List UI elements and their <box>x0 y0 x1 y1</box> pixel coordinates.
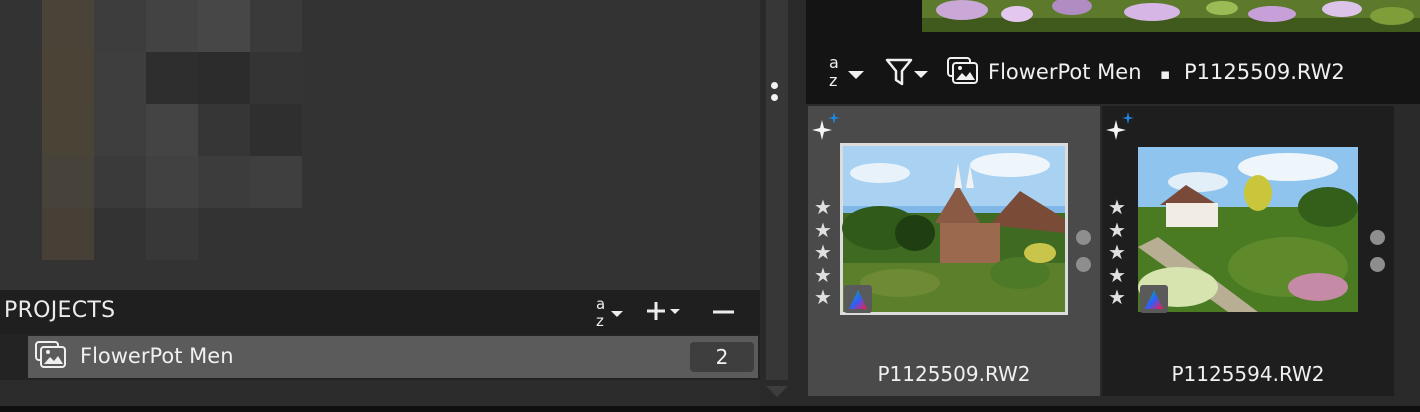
menu-dot-icon[interactable] <box>1370 257 1385 272</box>
rating-stars[interactable]: ★ ★ ★ ★ ★ <box>1108 196 1126 309</box>
menu-dot-icon[interactable] <box>1370 230 1385 245</box>
collection-name[interactable]: FlowerPot Men <box>988 60 1142 84</box>
filter-icon[interactable] <box>884 56 932 88</box>
bottom-border <box>0 406 1420 412</box>
splitter-handle-icon[interactable] <box>769 80 781 104</box>
sort-az-icon[interactable]: a z <box>826 52 868 90</box>
svg-text:a: a <box>596 295 605 313</box>
collection-icon <box>946 56 982 88</box>
breadcrumb-separator: ▪ <box>1160 65 1171 83</box>
svg-text:z: z <box>829 71 837 90</box>
selected-filename: P1125509.RW2 <box>1184 60 1345 84</box>
menu-dot-icon[interactable] <box>1076 230 1091 245</box>
menu-dot-icon[interactable] <box>1076 257 1091 272</box>
thumbnail-image[interactable] <box>1138 147 1358 312</box>
thumbnail-filename: P1125509.RW2 <box>877 362 1031 386</box>
preview-photo-strip <box>922 0 1420 32</box>
projects-title: PROJECTS <box>4 298 116 323</box>
color-profile-icon <box>1140 285 1168 313</box>
sparkle-icon[interactable] <box>810 110 842 142</box>
add-icon[interactable] <box>646 298 686 326</box>
scroll-down-icon[interactable] <box>766 386 788 397</box>
left-panel-footer <box>0 380 760 406</box>
remove-icon[interactable] <box>710 300 738 324</box>
project-name: FlowerPot Men <box>80 344 234 368</box>
rating-stars[interactable]: ★ ★ ★ ★ ★ <box>814 196 832 309</box>
svg-text:a: a <box>829 53 839 72</box>
sparkle-icon[interactable] <box>1104 110 1136 142</box>
color-profile-icon <box>844 285 872 313</box>
sort-az-icon[interactable]: a z <box>594 294 628 330</box>
splitter-track[interactable] <box>766 0 788 380</box>
thumbnail-image[interactable] <box>840 143 1068 315</box>
thumbnail-filename: P1125594.RW2 <box>1171 362 1325 386</box>
project-count-badge: 2 <box>690 342 754 372</box>
svg-text:z: z <box>596 312 604 330</box>
collection-icon <box>34 340 70 372</box>
pixelated-preview <box>0 0 760 290</box>
